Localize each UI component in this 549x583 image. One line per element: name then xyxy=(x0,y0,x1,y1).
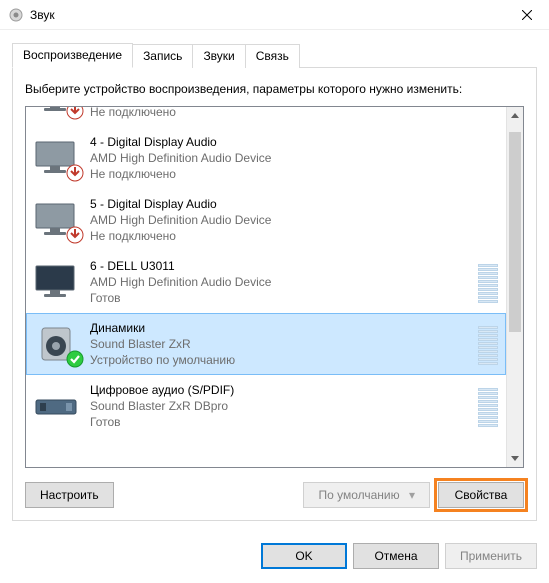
device-item[interactable]: 3 - Digital Display Audio AMD High Defin… xyxy=(26,107,506,127)
arrow-down-icon xyxy=(66,226,84,244)
tab-strip: Воспроизведение Запись Звуки Связь xyxy=(12,42,537,68)
device-desc: AMD High Definition Audio Device xyxy=(90,212,498,228)
device-text: 4 - Digital Display Audio AMD High Defin… xyxy=(90,134,498,183)
device-desc: Sound Blaster ZxR DBpro xyxy=(90,398,472,414)
dropdown-indicator-icon: ▾ xyxy=(409,488,415,502)
apply-button[interactable]: Применить xyxy=(445,543,537,569)
set-default-button[interactable]: По умолчанию ▾ xyxy=(303,482,430,508)
device-desc: Sound Blaster ZxR xyxy=(90,336,472,352)
device-text: 3 - Digital Display Audio AMD High Defin… xyxy=(90,107,498,120)
chevron-down-icon xyxy=(511,456,519,461)
instruction-text: Выберите устройство воспроизведения, пар… xyxy=(25,82,524,96)
checkmark-icon xyxy=(66,350,84,368)
scroll-thumb[interactable] xyxy=(509,132,521,332)
device-icon xyxy=(32,107,80,116)
device-icon xyxy=(32,138,80,178)
tab-sounds[interactable]: Звуки xyxy=(192,44,245,68)
device-status: Не подключено xyxy=(90,166,498,182)
level-meter xyxy=(478,261,498,303)
titlebar: Звук xyxy=(0,0,549,30)
device-name: Динамики xyxy=(90,320,472,336)
scroll-up-button[interactable] xyxy=(507,107,523,124)
level-meter xyxy=(478,385,498,427)
configure-label: Настроить xyxy=(40,488,99,502)
tab-playback[interactable]: Воспроизведение xyxy=(12,43,133,68)
device-desc: AMD High Definition Audio Device xyxy=(90,150,498,166)
device-list[interactable]: 3 - Digital Display Audio AMD High Defin… xyxy=(26,107,506,467)
scroll-track[interactable] xyxy=(507,124,523,450)
device-name: 4 - Digital Display Audio xyxy=(90,134,498,150)
tab-communications[interactable]: Связь xyxy=(245,44,300,68)
device-status: Не подключено xyxy=(90,228,498,244)
arrow-down-icon xyxy=(66,107,84,120)
dialog-footer: OK Отмена Применить xyxy=(0,533,549,581)
ok-button[interactable]: OK xyxy=(261,543,347,569)
device-text: Динамики Sound Blaster ZxR Устройство по… xyxy=(90,320,472,369)
chevron-up-icon xyxy=(511,113,519,118)
device-item[interactable]: 5 - Digital Display Audio AMD High Defin… xyxy=(26,189,506,251)
close-button[interactable] xyxy=(504,0,549,30)
properties-label: Свойства xyxy=(455,488,508,502)
level-meter xyxy=(478,323,498,365)
scrollbar[interactable] xyxy=(506,107,523,467)
device-text: 5 - Digital Display Audio AMD High Defin… xyxy=(90,196,498,245)
device-item[interactable]: 4 - Digital Display Audio AMD High Defin… xyxy=(26,127,506,189)
device-list-container: 3 - Digital Display Audio AMD High Defin… xyxy=(25,106,524,468)
scroll-down-button[interactable] xyxy=(507,450,523,467)
device-icon xyxy=(32,262,80,302)
close-icon xyxy=(522,10,532,20)
arrow-down-icon xyxy=(66,164,84,182)
device-text: 6 - DELL U3011 AMD High Definition Audio… xyxy=(90,258,472,307)
device-icon xyxy=(32,200,80,240)
tab-recording[interactable]: Запись xyxy=(132,44,193,68)
device-name: 6 - DELL U3011 xyxy=(90,258,472,274)
cancel-button[interactable]: Отмена xyxy=(353,543,439,569)
device-icon xyxy=(32,324,80,364)
configure-button[interactable]: Настроить xyxy=(25,482,114,508)
device-item[interactable]: Цифровое аудио (S/PDIF) Sound Blaster Zx… xyxy=(26,375,506,437)
device-status: Устройство по умолчанию xyxy=(90,352,472,368)
tab-panel-playback: Выберите устройство воспроизведения, пар… xyxy=(12,68,537,521)
device-item[interactable]: 6 - DELL U3011 AMD High Definition Audio… xyxy=(26,251,506,313)
device-status: Не подключено xyxy=(90,107,498,120)
app-icon xyxy=(8,7,24,23)
device-status: Готов xyxy=(90,290,472,306)
device-status: Готов xyxy=(90,414,472,430)
properties-button[interactable]: Свойства xyxy=(438,482,524,508)
device-text: Цифровое аудио (S/PDIF) Sound Blaster Zx… xyxy=(90,382,472,431)
device-desc: AMD High Definition Audio Device xyxy=(90,274,472,290)
set-default-label: По умолчанию xyxy=(318,488,399,502)
window-title: Звук xyxy=(30,8,55,22)
device-name: 5 - Digital Display Audio xyxy=(90,196,498,212)
device-item[interactable]: Динамики Sound Blaster ZxR Устройство по… xyxy=(26,313,506,375)
device-icon xyxy=(32,386,80,426)
device-name: Цифровое аудио (S/PDIF) xyxy=(90,382,472,398)
